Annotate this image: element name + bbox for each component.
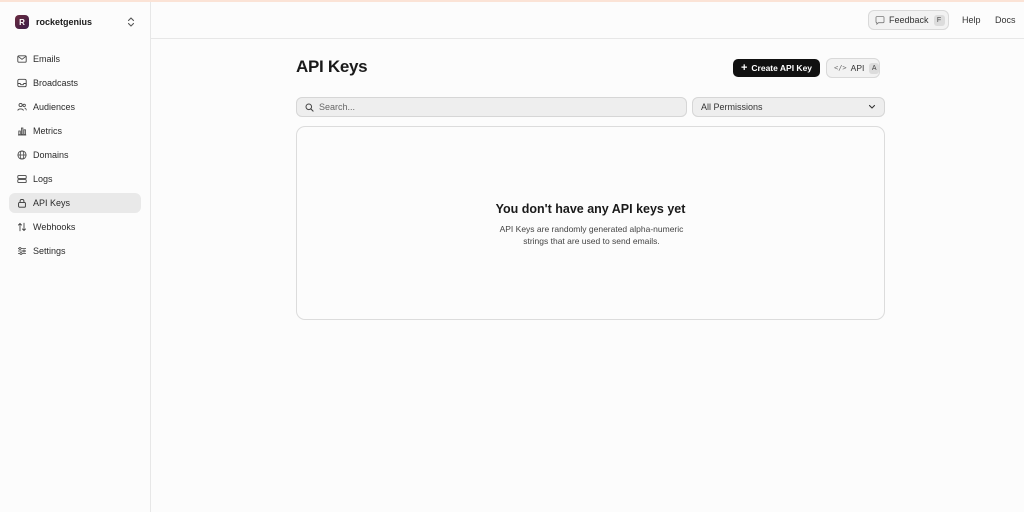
empty-state-title: You don't have any API keys yet bbox=[495, 202, 686, 216]
permissions-selected-value: All Permissions bbox=[701, 102, 763, 112]
sidebar-item-audiences[interactable]: Audiences bbox=[9, 97, 141, 117]
plus-icon: + bbox=[740, 61, 748, 74]
sidebar: R rocketgenius Emails Broadcasts Audienc… bbox=[0, 2, 151, 512]
sidebar-item-label: Emails bbox=[33, 54, 61, 64]
feedback-shortcut-key: F bbox=[933, 14, 945, 26]
sidebar-item-settings[interactable]: Settings bbox=[9, 241, 141, 261]
code-icon: </> bbox=[834, 64, 847, 72]
mail-icon bbox=[17, 54, 27, 64]
sidebar-item-label: Settings bbox=[33, 246, 66, 256]
sidebar-item-label: Webhooks bbox=[33, 222, 76, 232]
empty-state-card: You don't have any API keys yet API Keys… bbox=[296, 126, 885, 320]
feedback-button[interactable]: Feedback F bbox=[868, 10, 949, 30]
inbox-icon bbox=[17, 78, 27, 88]
sidebar-item-broadcasts[interactable]: Broadcasts bbox=[9, 73, 141, 93]
permissions-select[interactable]: All Permissions bbox=[692, 97, 885, 117]
webhook-arrows-icon bbox=[17, 222, 27, 232]
sidebar-item-logs[interactable]: Logs bbox=[9, 169, 141, 189]
api-button[interactable]: </> API A bbox=[826, 58, 880, 78]
sidebar-item-label: Audiences bbox=[33, 102, 76, 112]
sidebar-nav: Emails Broadcasts Audiences Metrics Doma… bbox=[9, 49, 141, 265]
docs-link[interactable]: Docs bbox=[995, 15, 1016, 25]
sidebar-item-domains[interactable]: Domains bbox=[9, 145, 141, 165]
chevron-up-down-icon bbox=[127, 17, 135, 27]
api-label: API bbox=[850, 63, 865, 73]
search-box bbox=[296, 97, 687, 117]
sidebar-item-emails[interactable]: Emails bbox=[9, 49, 141, 69]
sidebar-item-label: Domains bbox=[33, 150, 69, 160]
help-link[interactable]: Help bbox=[962, 15, 981, 25]
users-icon bbox=[17, 102, 27, 112]
sidebar-item-label: Metrics bbox=[33, 126, 62, 136]
workspace-switcher[interactable]: R rocketgenius bbox=[10, 10, 140, 34]
feedback-label: Feedback bbox=[889, 15, 929, 25]
create-api-key-button[interactable]: + Create API Key bbox=[733, 59, 820, 77]
api-shortcut-key: A bbox=[869, 62, 879, 74]
page-title: API Keys bbox=[296, 57, 368, 76]
sidebar-item-label: Logs bbox=[33, 174, 53, 184]
sidebar-item-label: API Keys bbox=[33, 198, 71, 208]
sidebar-item-label: Broadcasts bbox=[33, 78, 79, 88]
logs-icon bbox=[17, 174, 27, 184]
create-api-key-label: Create API Key bbox=[751, 63, 813, 73]
top-header: Feedback F Help Docs bbox=[151, 2, 1024, 39]
sliders-icon bbox=[17, 246, 27, 256]
workspace-name: rocketgenius bbox=[36, 17, 93, 27]
message-icon bbox=[875, 15, 885, 25]
search-icon bbox=[305, 102, 314, 112]
sidebar-item-api-keys[interactable]: API Keys bbox=[9, 193, 141, 213]
globe-icon bbox=[17, 150, 27, 160]
sidebar-item-webhooks[interactable]: Webhooks bbox=[9, 217, 141, 237]
search-input[interactable] bbox=[319, 102, 659, 112]
bar-chart-icon bbox=[17, 126, 27, 136]
sidebar-item-metrics[interactable]: Metrics bbox=[9, 121, 141, 141]
chevron-down-icon bbox=[868, 104, 876, 109]
empty-state-description: API Keys are randomly generated alpha-nu… bbox=[499, 224, 684, 246]
workspace-avatar: R bbox=[15, 15, 29, 29]
lock-icon bbox=[17, 198, 27, 208]
